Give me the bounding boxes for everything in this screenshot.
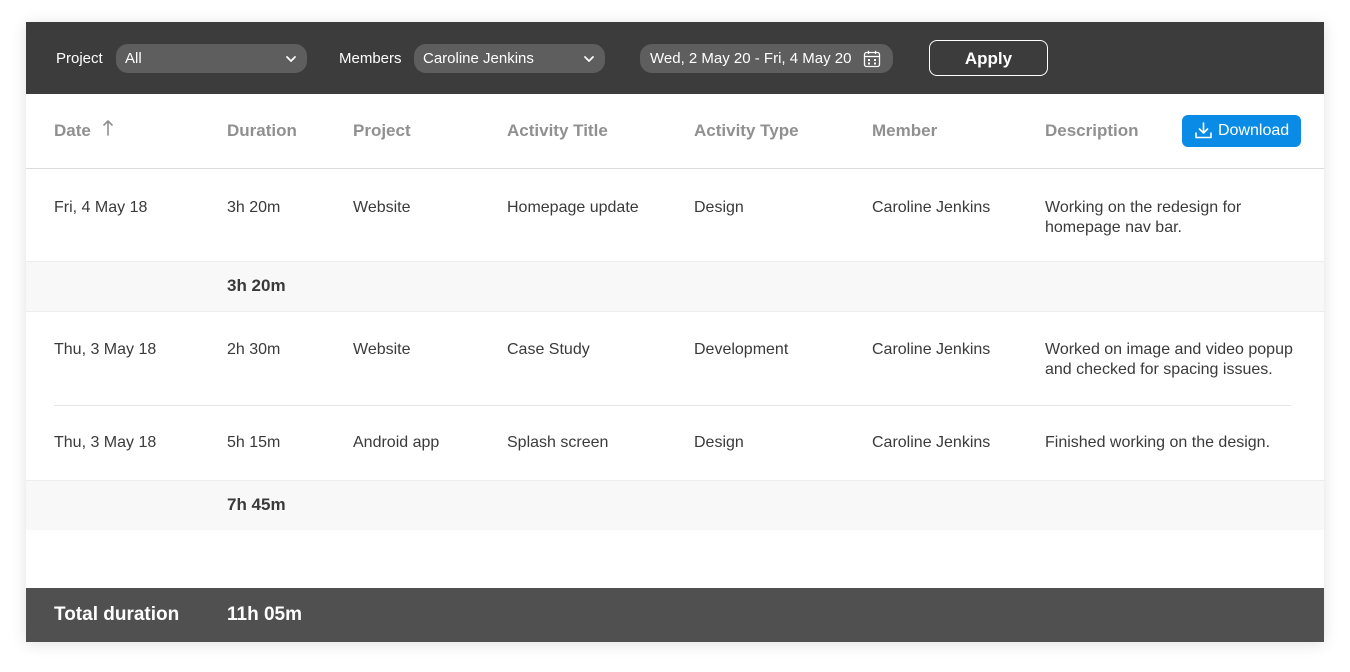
members-select-value: Caroline Jenkins xyxy=(423,50,534,67)
report-card: Project All Members Caroline Jenkins Wed… xyxy=(26,22,1324,642)
cell-duration: 3h 20m xyxy=(227,199,281,216)
subtotal-duration: 7h 45m xyxy=(227,495,286,514)
column-header-date[interactable]: Date xyxy=(54,121,91,141)
cell-date: Fri, 4 May 18 xyxy=(54,199,148,216)
column-header-activity-title[interactable]: Activity Title xyxy=(507,121,608,141)
members-select[interactable]: Caroline Jenkins xyxy=(414,44,605,73)
download-button[interactable]: Download xyxy=(1182,115,1301,147)
column-header-duration[interactable]: Duration xyxy=(227,121,297,141)
cell-duration: 2h 30m xyxy=(227,341,281,358)
column-header-activity-type[interactable]: Activity Type xyxy=(694,121,799,141)
cell-activity-type: Design xyxy=(694,199,744,216)
project-select-value: All xyxy=(125,50,142,67)
cell-duration: 5h 15m xyxy=(227,434,281,451)
subtotal-duration: 3h 20m xyxy=(227,276,286,295)
cell-description: Finished working on the design. xyxy=(1045,434,1271,451)
filter-bar: Project All Members Caroline Jenkins Wed… xyxy=(26,22,1324,94)
cell-project: Website xyxy=(353,199,411,216)
column-header-project[interactable]: Project xyxy=(353,121,411,141)
project-filter-label: Project xyxy=(56,50,103,67)
cell-project: Android app xyxy=(353,434,440,451)
cell-activity-type: Design xyxy=(694,434,744,451)
date-range-picker[interactable]: Wed, 2 May 20 - Fri, 4 May 20 xyxy=(640,44,893,73)
total-duration-label: Total duration xyxy=(54,604,180,625)
project-select[interactable]: All xyxy=(116,44,307,73)
table-row[interactable]: Fri, 4 May 18 3h 20m Website Homepage up… xyxy=(26,170,1324,261)
chevron-down-icon xyxy=(286,56,296,62)
cell-date: Thu, 3 May 18 xyxy=(54,434,157,451)
date-range-value: Wed, 2 May 20 - Fri, 4 May 20 xyxy=(650,50,852,67)
subtotal-row: 7h 45m xyxy=(26,480,1324,530)
cell-member: Caroline Jenkins xyxy=(872,341,991,358)
table-header: Date Duration Project Activity Title Act… xyxy=(26,94,1324,169)
cell-date: Thu, 3 May 18 xyxy=(54,341,157,358)
cell-member: Caroline Jenkins xyxy=(872,434,991,451)
cell-activity-title: Homepage update xyxy=(507,199,639,216)
apply-button[interactable]: Apply xyxy=(929,40,1048,76)
column-header-description[interactable]: Description xyxy=(1045,121,1139,141)
cell-activity-type: Development xyxy=(694,341,789,358)
download-label: Download xyxy=(1218,122,1290,139)
cell-description: Worked on image and video popup and chec… xyxy=(1045,341,1293,378)
cell-description: Working on the redesign for homepage nav… xyxy=(1045,199,1242,236)
cell-activity-title: Splash screen xyxy=(507,434,609,451)
cell-project: Website xyxy=(353,341,411,358)
cell-member: Caroline Jenkins xyxy=(872,199,991,216)
calendar-icon xyxy=(863,50,881,68)
table-row[interactable]: Thu, 3 May 18 2h 30m Website Case Study … xyxy=(26,311,1324,405)
table-row[interactable]: Thu, 3 May 18 5h 15m Android app Splash … xyxy=(26,406,1324,480)
arrow-up-icon[interactable] xyxy=(102,120,114,136)
total-footer: Total duration 11h 05m xyxy=(26,588,1324,642)
total-duration-value: 11h 05m xyxy=(227,604,302,625)
subtotal-row: 3h 20m xyxy=(26,261,1324,311)
members-filter-label: Members xyxy=(339,50,402,67)
column-header-member[interactable]: Member xyxy=(872,121,937,141)
chevron-down-icon xyxy=(584,56,594,62)
cell-activity-title: Case Study xyxy=(507,341,590,358)
download-icon xyxy=(1195,122,1212,139)
